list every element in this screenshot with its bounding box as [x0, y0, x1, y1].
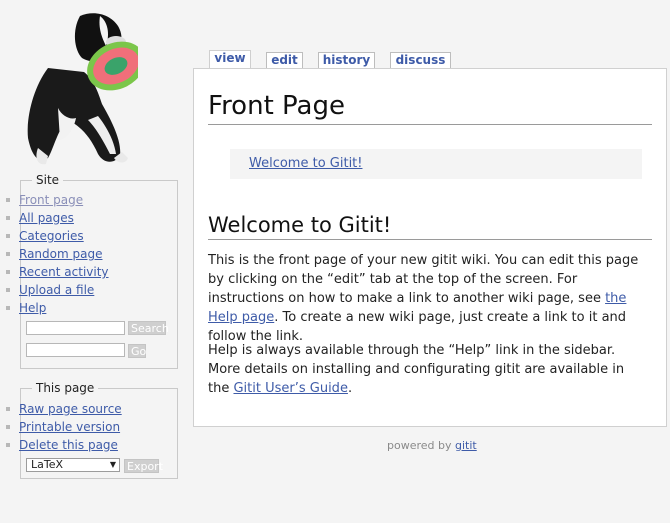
footer: powered by gitit	[387, 439, 477, 452]
title-divider	[208, 124, 652, 125]
toc-link-welcome[interactable]: Welcome to Gitit!	[249, 156, 362, 171]
export-format-select[interactable]: LaTeX ▼	[26, 458, 120, 472]
tab-view[interactable]: view	[209, 50, 251, 68]
footer-gitit-link[interactable]: gitit	[455, 439, 477, 452]
export-format-value: LaTeX	[31, 458, 64, 471]
go-button[interactable]: Go	[128, 344, 146, 358]
sidebar-link-all-pages[interactable]: All pages	[6, 211, 74, 225]
sidebar-link-upload-file[interactable]: Upload a file	[5, 283, 94, 297]
sidebar-link-help[interactable]: Help	[5, 301, 46, 315]
tab-discuss[interactable]: discuss	[390, 52, 451, 68]
section-heading: Welcome to Gitit!	[208, 213, 392, 237]
footer-text: powered by	[387, 439, 455, 452]
intro-text-before: This is the front page of your new gitit…	[208, 253, 639, 306]
dropdown-arrow-icon: ▼	[109, 460, 116, 469]
site-legend: Site	[36, 173, 60, 187]
sidebar-link-front-page[interactable]: Front page	[5, 193, 83, 207]
logo-dog-frisbee-icon[interactable]	[18, 8, 138, 166]
sidebar-link-categories[interactable]: Categories	[6, 229, 84, 243]
content-panel: Front Page Welcome to Gitit! Welcome to …	[193, 68, 667, 427]
sidebar-link-printable[interactable]: Printable version	[5, 420, 120, 434]
section-divider	[208, 239, 652, 240]
search-input[interactable]	[26, 321, 125, 335]
go-input[interactable]	[26, 343, 125, 357]
page-title: Front Page	[208, 91, 345, 121]
sidebar-link-random-page[interactable]: Random page	[5, 247, 102, 261]
sidebar-link-raw-source[interactable]: Raw page source	[6, 402, 122, 416]
search-button[interactable]: Search	[128, 321, 169, 335]
help-paragraph: Help is always available through the “He…	[208, 341, 648, 398]
tab-edit[interactable]: edit	[266, 52, 303, 68]
export-button[interactable]: Export	[124, 459, 163, 473]
intro-paragraph: This is the front page of your new gitit…	[208, 251, 648, 346]
this-page-legend: This page	[36, 381, 95, 395]
sidebar-link-recent-activity[interactable]: Recent activity	[6, 265, 109, 279]
sidebar-link-delete-page[interactable]: Delete this page	[6, 438, 118, 452]
users-guide-link[interactable]: Gitit User’s Guide	[233, 381, 347, 396]
tab-history[interactable]: history	[318, 52, 375, 68]
table-of-contents: Welcome to Gitit!	[230, 149, 642, 179]
help-text-after: .	[347, 381, 353, 396]
